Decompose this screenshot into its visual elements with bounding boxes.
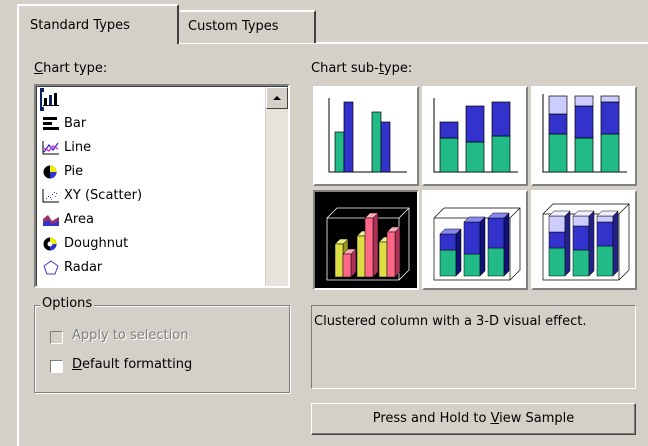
chart-type-list-inner: Column Bar Line Pie XY (Scatter) Area Do… — [36, 86, 288, 286]
stacked-column-3d-icon — [433, 207, 521, 281]
stacked-column-icon — [433, 98, 518, 173]
chart-subtype-label-post: ype: — [383, 61, 413, 76]
options-group-label: Options — [40, 296, 95, 311]
list-item-label: Doughnut — [64, 236, 129, 251]
sample-button-post: iew Sample — [499, 411, 575, 426]
tab-label: Custom Types — [188, 19, 279, 34]
subtype-description: Clustered column with a 3-D visual effec… — [314, 314, 587, 329]
chart-subtype-label: Chart sub-type: — [311, 61, 412, 76]
options-groupbox — [34, 305, 290, 393]
list-item-bar[interactable]: Bar — [40, 112, 86, 135]
100-stacked-column-icon — [542, 94, 627, 173]
chart-type-label-mnemonic: C — [34, 61, 44, 76]
list-item-radar[interactable]: Radar — [40, 256, 102, 279]
tab-custom-types[interactable]: Custom Types — [180, 10, 316, 43]
tab-standard-types[interactable]: Standard Types — [17, 4, 179, 44]
arrow-up-icon — [273, 96, 281, 100]
sample-button-mnemonic: V — [490, 411, 500, 426]
default-formatting-mnemonic: D — [72, 357, 83, 372]
pie-chart-icon — [43, 165, 57, 179]
apply-to-selection-checkbox[interactable] — [50, 331, 63, 344]
press-and-hold-to-view-sample-button[interactable]: Press and Hold to View Sample — [311, 403, 636, 435]
scatter-chart-icon — [42, 189, 59, 203]
list-item-column[interactable]: Column — [40, 88, 114, 111]
chart-type-scrollbar[interactable] — [265, 87, 288, 286]
list-item-label: Column — [64, 92, 114, 107]
chart-subtype-label-pre: Chart sub- — [311, 61, 379, 76]
list-item-scatter[interactable]: XY (Scatter) — [40, 184, 142, 207]
clustered-column-3d-icon — [326, 207, 410, 281]
doughnut-chart-icon — [43, 237, 57, 251]
list-item-label: Radar — [64, 260, 103, 275]
list-item-doughnut[interactable]: Doughnut — [40, 232, 128, 255]
list-item-label: Bar — [64, 116, 87, 131]
list-item-label: Area — [64, 212, 94, 227]
chart-type-list[interactable]: Column Bar Line Pie XY (Scatter) Area Do… — [34, 84, 290, 288]
list-item-label: Pie — [64, 164, 84, 179]
apply-to-selection-label: Apply to selection — [72, 328, 189, 343]
thumb-100-stacked-column[interactable] — [531, 86, 637, 186]
clustered-column-icon — [328, 98, 407, 173]
bar-chart-icon — [43, 117, 59, 130]
chart-subtype-gallery — [311, 84, 637, 292]
thumb-stacked-column-3d[interactable] — [422, 190, 528, 290]
thumb-clustered-column-3d[interactable] — [313, 190, 419, 290]
area-chart-icon — [43, 215, 59, 226]
thumb-clustered-column[interactable] — [313, 86, 419, 186]
sample-button-pre: Press and Hold to — [372, 411, 491, 426]
column-chart-icon — [42, 92, 60, 107]
scroll-up-button[interactable] — [266, 87, 288, 109]
chart-type-label-text: hart type: — [43, 61, 108, 76]
list-item-label: Line — [64, 140, 92, 155]
default-formatting-checkbox[interactable] — [50, 360, 63, 373]
default-formatting-label: Default formatting — [72, 357, 192, 372]
default-formatting-text: efault formatting — [82, 357, 193, 372]
list-item-area[interactable]: Area — [40, 208, 94, 231]
list-item-pie[interactable]: Pie — [40, 160, 83, 183]
list-item-label: XY (Scatter) — [64, 188, 143, 203]
line-chart-icon — [42, 141, 59, 155]
chart-type-label: Chart type: — [34, 61, 107, 76]
subtype-description-box: Clustered column with a 3-D visual effec… — [311, 305, 636, 389]
tab-label: Standard Types — [30, 18, 130, 33]
100-stacked-column-3d-icon — [542, 203, 630, 281]
thumb-stacked-column[interactable] — [422, 86, 528, 186]
chart-type-dialog: Standard Types Custom Types Chart type: … — [0, 0, 648, 446]
thumb-100-stacked-column-3d[interactable] — [531, 190, 637, 290]
list-item-line[interactable]: Line — [40, 136, 91, 159]
radar-chart-icon — [43, 260, 59, 275]
